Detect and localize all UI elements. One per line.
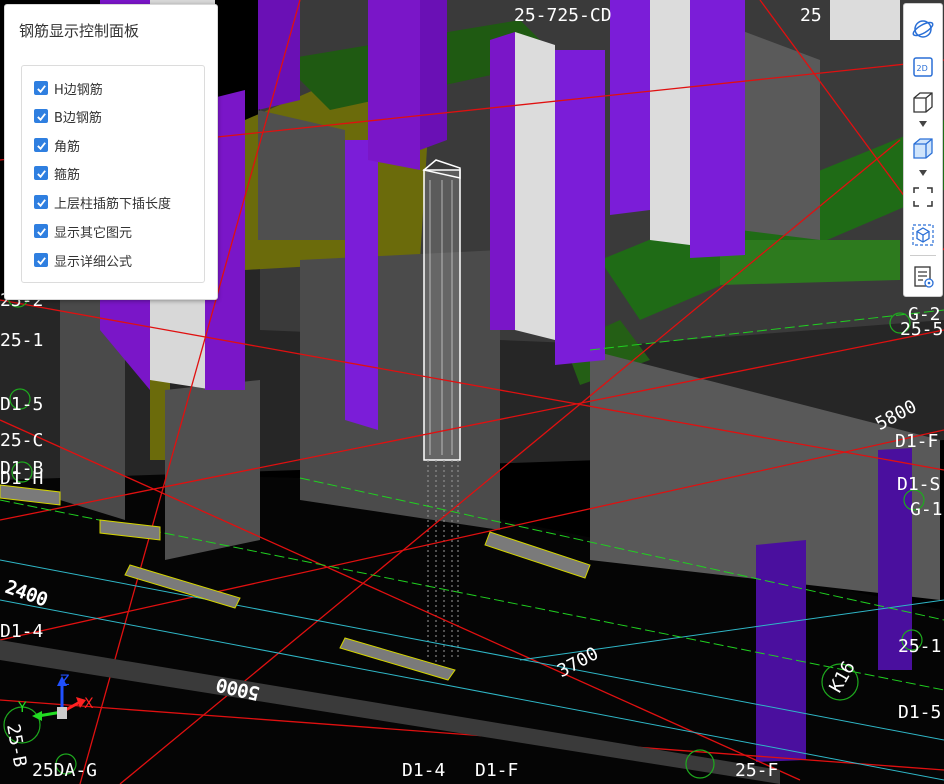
chevron-down-icon[interactable] — [919, 121, 927, 127]
axis-label: D1-4 — [0, 621, 43, 642]
option-label: H边钢筋 — [54, 82, 103, 98]
option-h-side-rebar[interactable]: H边钢筋 — [34, 78, 103, 98]
rebar-display-control-panel: 钢筋显示控制面板 H边钢筋 B边钢筋 角筋 箍筋 上层柱插筋下插长度 显示其它图… — [4, 4, 218, 300]
option-label: 角筋 — [54, 139, 81, 155]
axis-label: 25-1 — [0, 330, 43, 351]
checkbox[interactable] — [34, 224, 48, 238]
axis-label: D1-H — [0, 468, 43, 489]
report-icon — [914, 266, 934, 288]
axis-label: D1-4 — [402, 760, 445, 781]
checkbox[interactable] — [34, 109, 48, 123]
checkmark-icon — [36, 227, 46, 236]
checkmark-icon — [36, 141, 46, 150]
svg-text:2D: 2D — [917, 64, 928, 73]
fit-view-icon — [913, 187, 933, 207]
checkbox[interactable] — [34, 138, 48, 152]
fit-view-button[interactable] — [908, 182, 938, 212]
option-stirrup[interactable]: 箍筋 — [34, 163, 80, 183]
axis-label: 25-725-CD — [514, 5, 612, 26]
axis-label: 25-5 — [900, 319, 943, 340]
view-2d-button[interactable]: 2D — [908, 52, 938, 82]
axis-label: 25-F — [735, 760, 778, 781]
cube-solid-icon — [913, 138, 933, 159]
option-label: 显示其它图元 — [54, 225, 133, 241]
checkmark-icon — [36, 169, 46, 178]
wireframe-view-button[interactable] — [908, 88, 938, 118]
view-2d-icon: 2D — [913, 57, 933, 77]
axis-label: 25 — [800, 5, 822, 26]
axis-label: D1-S — [897, 474, 940, 495]
gizmo-x-label: X — [84, 696, 94, 712]
option-upper-column-dowel[interactable]: 上层柱插筋下插长度 — [34, 192, 171, 212]
checkmark-icon — [36, 198, 46, 207]
toolbar-divider — [910, 255, 936, 256]
option-label: 显示详细公式 — [54, 254, 133, 270]
axis-label: D1-5 — [0, 394, 43, 415]
cube-wireframe-icon — [913, 92, 933, 113]
axis-label: D1-F — [895, 431, 938, 452]
axis-label: 25-1 — [898, 636, 941, 657]
axis-label: G-1 — [910, 499, 943, 520]
checkbox[interactable] — [34, 81, 48, 95]
cube-select-icon — [912, 224, 934, 246]
option-label: 箍筋 — [54, 167, 81, 183]
gizmo-z-label: Z — [60, 673, 70, 689]
option-corner-rebar[interactable]: 角筋 — [34, 135, 80, 155]
view-toolbar: 2D — [903, 3, 943, 297]
checkbox[interactable] — [34, 195, 48, 209]
select-view-button[interactable] — [908, 220, 938, 250]
chevron-down-icon[interactable] — [919, 170, 927, 176]
checkmark-icon — [36, 112, 46, 121]
report-button[interactable] — [908, 262, 938, 292]
option-show-detailed-formula[interactable]: 显示详细公式 — [34, 250, 132, 270]
gizmo-y-label: Y — [17, 700, 27, 716]
axis-label: D1-5 — [898, 702, 941, 723]
options-group: H边钢筋 B边钢筋 角筋 箍筋 上层柱插筋下插长度 显示其它图元 显示详细公式 — [21, 65, 205, 283]
option-label: B边钢筋 — [54, 110, 102, 126]
panel-title: 钢筋显示控制面板 — [19, 22, 140, 40]
option-label: 上层柱插筋下插长度 — [54, 196, 172, 212]
option-b-side-rebar[interactable]: B边钢筋 — [34, 106, 102, 126]
solid-view-button[interactable] — [908, 134, 938, 164]
checkbox[interactable] — [34, 166, 48, 180]
orbit-button[interactable] — [908, 14, 938, 44]
axis-label: 25-C — [0, 430, 43, 451]
axis-label: D1-F — [475, 760, 518, 781]
axis-label: 25DA-G — [32, 760, 97, 781]
checkmark-icon — [36, 84, 46, 93]
checkmark-icon — [36, 256, 46, 265]
orbit-icon — [912, 20, 934, 38]
checkbox[interactable] — [34, 253, 48, 267]
option-show-other-elements[interactable]: 显示其它图元 — [34, 221, 132, 241]
